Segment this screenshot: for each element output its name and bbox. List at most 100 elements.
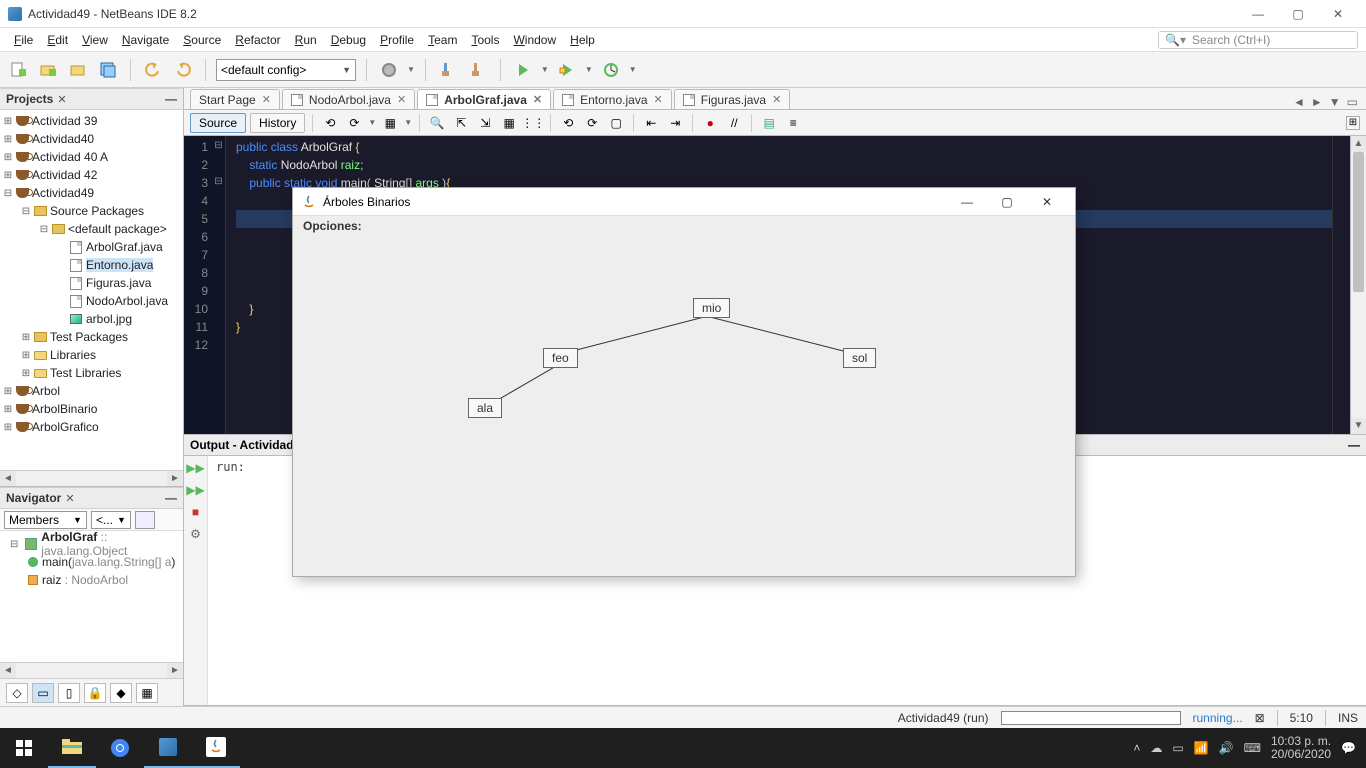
tray-clock[interactable]: 10:03 p. m. 20/06/2020 [1271,735,1331,761]
fold-gutter[interactable]: ⊟⊟ [212,136,226,434]
java-minimize-button[interactable]: — [947,188,987,216]
search-box[interactable]: 🔍▾ Search (Ctrl+I) [1158,31,1358,49]
file-node[interactable]: NodoArbol.java [86,294,168,308]
file-node[interactable]: Figuras.java [86,276,151,290]
menu-refactor[interactable]: Refactor [229,30,286,50]
taskbar-chrome[interactable] [96,728,144,768]
editor-split-icon[interactable]: ⊞ [1346,116,1360,130]
source-packages-node[interactable]: Source Packages [50,204,144,218]
output-rerun-icon[interactable]: ▶▶ [188,482,204,498]
tray-lang-icon[interactable]: ⌨ [1244,741,1261,755]
menu-navigate[interactable]: Navigate [116,30,175,50]
menu-team[interactable]: Team [422,30,463,50]
test-packages-node[interactable]: Test Packages [50,330,128,344]
tabs-menu-icon[interactable]: ▼ [1329,95,1341,109]
run-button[interactable] [511,58,535,82]
menu-run[interactable]: Run [289,30,323,50]
nav-filter-1[interactable]: ◇ [6,683,28,703]
menu-debug[interactable]: Debug [325,30,372,50]
project-node[interactable]: Actividad 42 [32,168,97,182]
output-stop-icon[interactable]: ■ [188,504,204,520]
editor-icon[interactable]: ⇥ [665,114,685,132]
config-combo[interactable]: <default config> ▼ [216,59,356,81]
nav-filter-4[interactable]: 🔒 [84,683,106,703]
tab-entorno[interactable]: Entorno.java✕ [553,89,672,109]
save-all-button[interactable] [96,58,120,82]
java-close-button[interactable]: ✕ [1027,188,1067,216]
file-node[interactable]: arbol.jpg [86,312,132,326]
system-tray[interactable]: ˄ ☁ ▭ 📶 🔊 ⌨ 10:03 p. m. 20/06/2020 💬 [1123,735,1366,761]
debug-button[interactable] [555,58,579,82]
navigator-close-icon[interactable]: ✕ [65,492,74,505]
project-node[interactable]: ArbolGrafico [32,420,99,434]
redo-button[interactable] [171,58,195,82]
editor-icon[interactable]: ▢ [606,114,626,132]
nav-filter-2[interactable]: ▭ [32,683,54,703]
output-minimize-icon[interactable]: — [1348,438,1360,452]
nav-filter-3[interactable]: ▯ [58,683,80,703]
progress-cancel-icon[interactable]: ⊠ [1255,711,1265,725]
clean-button[interactable] [466,58,490,82]
clean-build-button[interactable] [436,58,460,82]
nav-view-icon[interactable] [135,511,155,529]
projects-minimize-icon[interactable]: — [165,92,177,106]
filter-combo[interactable]: <...▼ [91,511,131,529]
close-icon[interactable]: ✕ [772,93,781,106]
nav-filter-5[interactable]: ◆ [110,683,132,703]
editor-icon[interactable]: ⟳ [582,114,602,132]
menu-file[interactable]: File [8,30,39,50]
java-menu[interactable]: Opciones: [293,216,1075,236]
tray-onedrive-icon[interactable]: ☁ [1150,741,1162,755]
taskbar-explorer[interactable] [48,728,96,768]
tray-notifications-icon[interactable]: 💬 [1341,741,1356,755]
menu-view[interactable]: View [76,30,114,50]
project-node-open[interactable]: Actividad49 [32,186,94,200]
test-libraries-node[interactable]: Test Libraries [50,366,121,380]
java-app-window[interactable]: Árboles Binarios — ▢ ✕ Opciones: mio feo… [292,187,1076,577]
close-icon[interactable]: ✕ [533,93,542,106]
menu-profile[interactable]: Profile [374,30,420,50]
editor-icon[interactable]: ▦ [380,114,400,132]
libraries-node[interactable]: Libraries [50,348,96,362]
project-node[interactable]: Actividad40 [32,132,94,146]
taskbar-netbeans[interactable] [144,728,192,768]
editor-icon[interactable]: ≡ [783,114,803,132]
tab-nodoarbol[interactable]: NodoArbol.java✕ [282,89,415,109]
project-node[interactable]: Arbol [32,384,60,398]
tabs-prev-icon[interactable]: ◄ [1293,95,1305,109]
breakpoint-icon[interactable]: ● [700,114,720,132]
taskbar-java[interactable] [192,728,240,768]
output-run-icon[interactable]: ▶▶ [188,460,204,476]
navigator-tree[interactable]: ⊟ArbolGraf :: java.lang.Object main(java… [0,531,183,662]
default-package-node[interactable]: <default package> [68,222,167,236]
profile-button[interactable] [599,58,623,82]
menu-help[interactable]: Help [564,30,601,50]
new-file-button[interactable] [6,58,30,82]
editor-icon[interactable]: 🔍 [427,114,447,132]
output-settings-icon[interactable]: ⚙ [188,526,204,542]
editor-icon[interactable]: ⇲ [475,114,495,132]
tabs-max-icon[interactable]: ▭ [1347,95,1358,109]
editor-icon[interactable]: ▦ [499,114,519,132]
build-button[interactable] [377,58,401,82]
java-maximize-button[interactable]: ▢ [987,188,1027,216]
source-view-button[interactable]: Source [190,113,246,133]
window-close-button[interactable]: ✕ [1318,0,1358,28]
tab-start-page[interactable]: Start Page✕ [190,89,280,109]
menu-tools[interactable]: Tools [465,30,505,50]
tray-battery-icon[interactable]: ▭ [1172,741,1183,755]
projects-hscroll[interactable]: ◄► [0,470,183,486]
start-button[interactable] [0,728,48,768]
file-node[interactable]: ArbolGraf.java [86,240,163,254]
close-icon[interactable]: ✕ [654,93,663,106]
menu-edit[interactable]: Edit [41,30,74,50]
project-node[interactable]: Actividad 39 [32,114,97,128]
editor-icon[interactable]: ⇱ [451,114,471,132]
close-icon[interactable]: ✕ [262,93,271,106]
navigator-hscroll[interactable]: ◄► [0,662,183,678]
project-node[interactable]: Actividad 40 A [32,150,108,164]
open-project-button[interactable] [66,58,90,82]
editor-icon[interactable]: ⟲ [558,114,578,132]
projects-close-icon[interactable]: ✕ [57,93,66,106]
window-maximize-button[interactable]: ▢ [1278,0,1318,28]
